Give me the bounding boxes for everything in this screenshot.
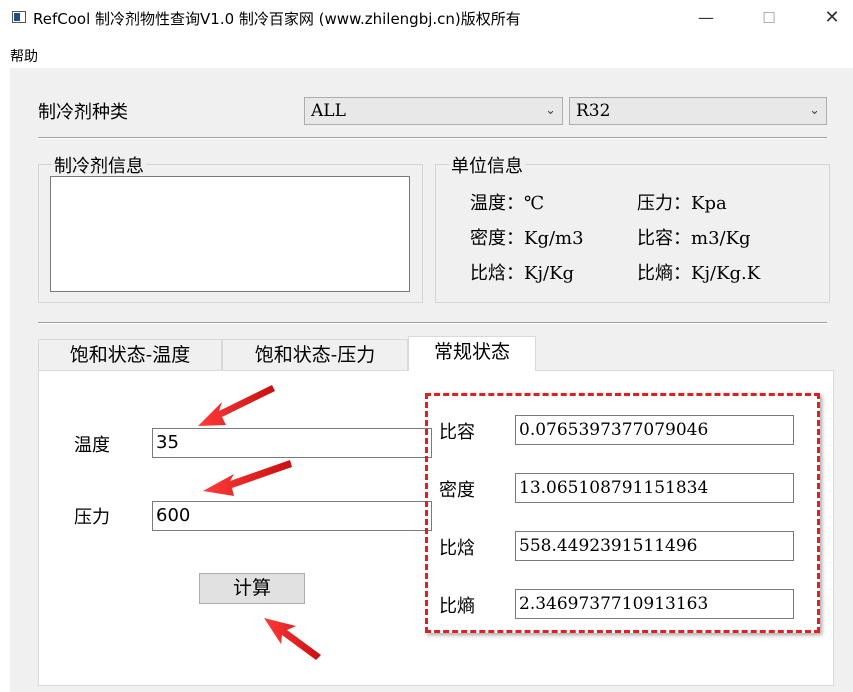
arrow-to-calculate-icon <box>264 618 321 660</box>
arrow-to-pressure-icon <box>203 460 292 496</box>
annotation-arrows <box>198 385 321 660</box>
arrow-to-temperature-icon <box>198 385 275 426</box>
